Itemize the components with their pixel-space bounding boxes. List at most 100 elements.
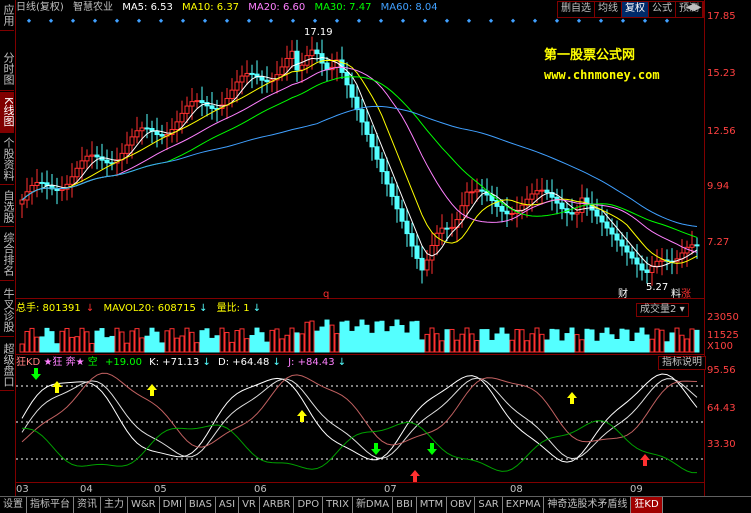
candle-body bbox=[104, 159, 110, 164]
volume-bar bbox=[399, 325, 405, 353]
volume-bar bbox=[279, 338, 285, 353]
info-marker-icon bbox=[466, 18, 472, 23]
bottom-tab[interactable]: BIAS bbox=[186, 497, 216, 513]
volume-bar bbox=[529, 333, 535, 353]
volume-bar bbox=[434, 333, 440, 353]
bottom-tab[interactable]: OBV bbox=[447, 497, 476, 513]
info-marker-icon bbox=[620, 18, 626, 23]
volume-bar bbox=[664, 341, 670, 353]
bottom-tab[interactable]: 新DMA bbox=[353, 497, 394, 513]
bottom-tab[interactable]: DPO bbox=[294, 497, 324, 513]
volume-bar bbox=[204, 328, 210, 353]
candle-body bbox=[409, 233, 415, 247]
volume-bar bbox=[24, 330, 30, 353]
candle-body bbox=[264, 79, 270, 83]
bottom-tab[interactable]: W&R bbox=[128, 497, 160, 513]
volume-bar bbox=[69, 336, 75, 353]
kline-chart[interactable]: 17.19 5.27 财 料涨 q bbox=[0, 0, 751, 496]
volume-bar bbox=[114, 327, 120, 353]
bottom-tab[interactable]: VR bbox=[239, 497, 260, 513]
bottom-tab[interactable]: BBI bbox=[393, 497, 417, 513]
volume-bar bbox=[629, 341, 635, 353]
bottom-tab[interactable]: SAR bbox=[475, 497, 503, 513]
bottom-tab[interactable]: ARBR bbox=[260, 497, 295, 513]
candle-body bbox=[189, 101, 195, 107]
bottom-tab[interactable]: 主力 bbox=[101, 497, 128, 513]
volume-bar bbox=[339, 321, 345, 353]
candle-body bbox=[284, 57, 290, 68]
candle-body bbox=[369, 133, 375, 148]
candle-body bbox=[479, 189, 485, 192]
bottom-tab[interactable]: EXPMA bbox=[503, 497, 545, 513]
candle-body bbox=[429, 244, 435, 261]
volume-bar bbox=[154, 331, 160, 353]
bottom-tab[interactable]: TRIX bbox=[323, 497, 353, 513]
volume-bar bbox=[284, 334, 290, 353]
volume-bar bbox=[44, 327, 50, 353]
arrow-up-icon bbox=[52, 381, 62, 393]
candle-body bbox=[179, 112, 185, 123]
arrow-down-icon bbox=[31, 368, 41, 380]
volume-bar bbox=[289, 327, 295, 353]
bottom-tab[interactable]: 资讯 bbox=[74, 497, 101, 513]
volume-bar bbox=[174, 337, 180, 353]
bottom-tab[interactable]: MTM bbox=[417, 497, 448, 513]
candle-body bbox=[594, 209, 600, 217]
candle-body bbox=[639, 263, 645, 271]
info-marker-icon bbox=[136, 18, 142, 23]
volume-bar bbox=[109, 335, 115, 353]
bottom-tab[interactable]: 指标平台 bbox=[27, 497, 74, 513]
info-marker-icon bbox=[378, 18, 384, 23]
volume-bar bbox=[534, 327, 540, 353]
volume-bar bbox=[449, 328, 455, 353]
volume-bar bbox=[644, 334, 650, 353]
bottom-tab[interactable]: ASI bbox=[216, 497, 240, 513]
candle-body bbox=[29, 184, 35, 193]
volume-bar bbox=[584, 328, 590, 353]
volume-bar bbox=[599, 332, 605, 353]
volume-bar bbox=[244, 338, 250, 353]
candle-body bbox=[199, 100, 205, 104]
volume-bar bbox=[684, 338, 690, 353]
info-marker-icon bbox=[70, 18, 76, 23]
volume-bar bbox=[309, 320, 315, 353]
volume-bar bbox=[264, 341, 270, 353]
info-marker-icon bbox=[312, 18, 318, 23]
volume-bar bbox=[104, 337, 110, 353]
candle-body bbox=[609, 227, 615, 235]
volume-bar bbox=[494, 333, 500, 353]
candle-body bbox=[599, 215, 605, 223]
q-marker: q bbox=[323, 289, 329, 300]
volume-bar bbox=[39, 336, 45, 353]
volume-bar bbox=[414, 320, 420, 353]
candle-body bbox=[129, 136, 135, 146]
candle-body bbox=[194, 100, 200, 103]
candle-body bbox=[234, 81, 240, 91]
volume-bar bbox=[519, 329, 525, 353]
info-marker-icon bbox=[180, 18, 186, 23]
candle-body bbox=[614, 233, 620, 241]
bottom-tab[interactable]: 神奇选股术矛盾线 bbox=[544, 497, 632, 513]
bottom-tab[interactable]: 设置 bbox=[0, 497, 27, 513]
candle-body bbox=[469, 191, 475, 194]
candle-body bbox=[649, 265, 655, 273]
candle-body bbox=[394, 195, 400, 210]
volume-bar bbox=[539, 333, 545, 353]
arrow-up-icon bbox=[147, 384, 157, 396]
candle-body bbox=[209, 105, 215, 109]
candle-body bbox=[84, 155, 90, 162]
volume-bar bbox=[209, 337, 215, 353]
volume-bar bbox=[169, 328, 175, 353]
info-marker-icon bbox=[642, 18, 648, 23]
bottom-tab[interactable]: 狂KD bbox=[631, 497, 663, 513]
volume-bar bbox=[439, 340, 445, 353]
volume-bar bbox=[164, 330, 170, 353]
volume-bar bbox=[649, 338, 655, 353]
bottom-tab[interactable]: DMI bbox=[160, 497, 186, 513]
candle-body bbox=[19, 199, 25, 205]
candle-body bbox=[354, 96, 360, 111]
volume-bar bbox=[304, 321, 310, 353]
info-marker-icon bbox=[510, 18, 516, 23]
volume-bar bbox=[364, 324, 370, 353]
volume-bar bbox=[569, 327, 575, 353]
